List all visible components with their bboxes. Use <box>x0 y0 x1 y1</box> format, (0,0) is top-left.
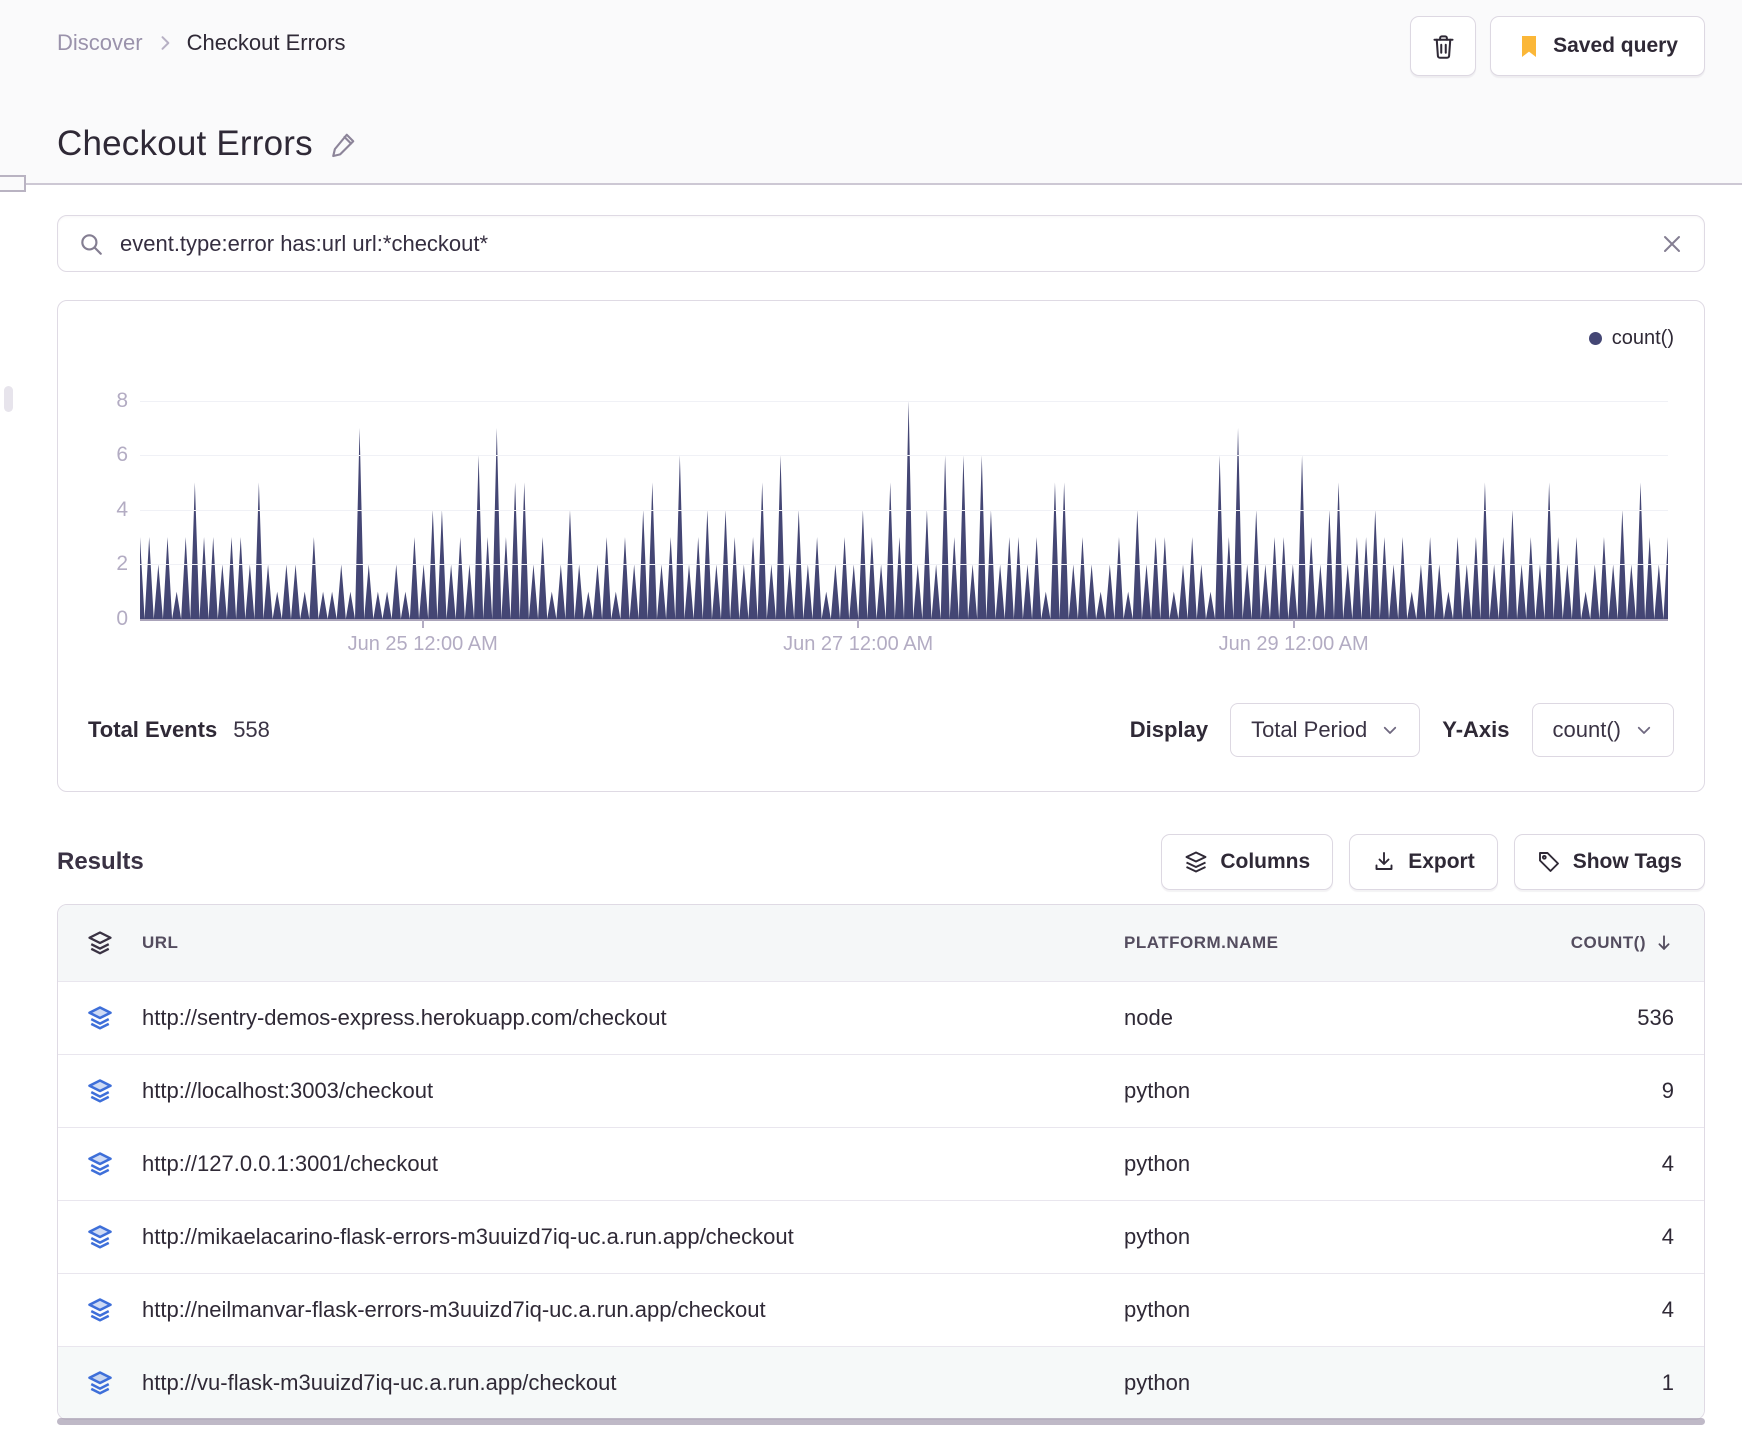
platform-cell[interactable]: python <box>1124 1370 1454 1396</box>
chevron-right-icon <box>155 33 175 53</box>
show-tags-button[interactable]: Show Tags <box>1513 834 1705 890</box>
show-tags-label: Show Tags <box>1572 850 1682 873</box>
platform-cell[interactable]: python <box>1124 1078 1454 1104</box>
chevron-down-icon <box>1635 721 1653 739</box>
delete-query-button[interactable] <box>1410 16 1477 76</box>
columns-button[interactable]: Columns <box>1161 834 1334 890</box>
saved-query-label: Saved query <box>1553 34 1678 57</box>
edit-title-icon[interactable] <box>329 129 359 159</box>
download-icon <box>1372 850 1396 874</box>
table-row: http://mikaelacarino-flask-errors-m3uuiz… <box>58 1200 1704 1273</box>
stack-icon[interactable] <box>58 929 142 957</box>
search-bar[interactable] <box>57 215 1705 272</box>
url-cell[interactable]: http://vu-flask-m3uuizd7iq-uc.a.run.app/… <box>142 1370 1124 1396</box>
count-series-area <box>140 400 1668 619</box>
count-cell[interactable]: 9 <box>1454 1078 1704 1104</box>
results-table: URL PLATFORM.NAME COUNT() http://sentry-… <box>57 904 1705 1420</box>
breadcrumb-discover-link[interactable]: Discover <box>57 30 143 56</box>
url-cell[interactable]: http://127.0.0.1:3001/checkout <box>142 1151 1124 1177</box>
stack-icon[interactable] <box>58 1223 142 1251</box>
results-heading: Results <box>57 848 144 875</box>
stack-icon[interactable] <box>58 1077 142 1105</box>
x-axis-tick-label: Jun 27 12:00 AM <box>783 633 934 655</box>
display-value: Total Period <box>1251 717 1368 742</box>
layers-icon <box>1184 850 1208 874</box>
saved-query-button[interactable]: Saved query <box>1490 16 1705 76</box>
table-row: http://vu-flask-m3uuizd7iq-uc.a.run.app/… <box>58 1346 1704 1419</box>
export-button[interactable]: Export <box>1349 834 1498 890</box>
gridline <box>140 509 1668 511</box>
x-axis-tick-label: Jun 25 12:00 AM <box>347 633 498 655</box>
yaxis-select[interactable]: count() <box>1531 703 1674 757</box>
breadcrumb-current: Checkout Errors <box>186 30 346 55</box>
x-axis-tick <box>1292 619 1295 628</box>
total-events-label: Total Events <box>88 717 218 742</box>
trash-icon <box>1430 33 1457 60</box>
stack-icon[interactable] <box>58 1004 142 1032</box>
column-header-url[interactable]: URL <box>142 933 1124 953</box>
url-cell[interactable]: http://sentry-demos-express.herokuapp.co… <box>142 1005 1124 1031</box>
table-header-row: URL PLATFORM.NAME COUNT() <box>58 905 1704 981</box>
chart-plot-area[interactable]: 8 6 4 2 0 Jun 25 12:00 AM Jun 27 12:00 AM Jun 2… <box>116 365 1668 655</box>
count-cell[interactable]: 4 <box>1454 1297 1704 1323</box>
display-select[interactable]: Total Period <box>1230 703 1421 757</box>
search-icon <box>78 231 104 257</box>
x-axis-tick <box>857 619 860 628</box>
stack-icon[interactable] <box>58 1369 142 1397</box>
column-header-count[interactable]: COUNT() <box>1454 933 1704 953</box>
columns-label: Columns <box>1220 850 1311 873</box>
header-divider <box>0 183 1742 185</box>
page-header: Discover Checkout Errors Saved query Che… <box>0 0 1742 192</box>
page-title: Checkout Errors <box>57 124 313 163</box>
url-cell[interactable]: http://localhost:3003/checkout <box>142 1078 1124 1104</box>
close-icon[interactable] <box>1660 232 1684 256</box>
bookmark-icon <box>1517 34 1541 58</box>
column-header-platform[interactable]: PLATFORM.NAME <box>1124 933 1454 953</box>
sidebar-drag-handle[interactable] <box>4 386 13 412</box>
y-axis-tick-label: 4 <box>116 497 128 521</box>
url-cell[interactable]: http://neilmanvar-flask-errors-m3uuizd7i… <box>142 1297 1124 1323</box>
stack-icon[interactable] <box>58 1296 142 1324</box>
url-cell[interactable]: http://mikaelacarino-flask-errors-m3uuiz… <box>142 1224 1124 1250</box>
stack-icon[interactable] <box>58 1150 142 1178</box>
breadcrumb: Discover Checkout Errors <box>57 16 346 56</box>
platform-cell[interactable]: python <box>1124 1297 1454 1323</box>
count-cell[interactable]: 1 <box>1454 1370 1704 1396</box>
chart-legend[interactable]: count() <box>88 323 1674 353</box>
table-row: http://127.0.0.1:3001/checkout python 4 <box>58 1127 1704 1200</box>
gridline <box>140 455 1668 457</box>
total-events-value: 558 <box>233 717 270 742</box>
yaxis-value: count() <box>1552 717 1621 742</box>
count-cell[interactable]: 536 <box>1454 1005 1704 1031</box>
tag-icon <box>1537 850 1561 874</box>
count-cell[interactable]: 4 <box>1454 1151 1704 1177</box>
platform-cell[interactable]: python <box>1124 1151 1454 1177</box>
table-row: http://neilmanvar-flask-errors-m3uuizd7i… <box>58 1273 1704 1346</box>
x-axis-tick-label: Jun 29 12:00 AM <box>1218 633 1369 655</box>
y-axis-tick-label: 0 <box>116 607 128 630</box>
export-label: Export <box>1408 850 1475 873</box>
events-chart-panel: count() 8 6 4 2 0 Jun 25 12:00 AM Jun 27 12:00… <box>57 300 1705 792</box>
yaxis-label: Y-Axis <box>1442 717 1510 742</box>
table-row: http://localhost:3003/checkout python 9 <box>58 1054 1704 1127</box>
x-axis-tick <box>421 619 424 628</box>
display-label: Display <box>1129 717 1209 742</box>
panel-collapse-handle[interactable] <box>0 175 26 192</box>
legend-dot-icon <box>1588 331 1602 345</box>
legend-label: count() <box>1611 326 1674 349</box>
chevron-down-icon <box>1381 721 1399 739</box>
y-axis-tick-label: 6 <box>116 443 128 467</box>
y-axis-tick-label: 2 <box>116 552 128 576</box>
gridline <box>140 564 1668 566</box>
sort-desc-icon <box>1654 933 1674 953</box>
y-axis-tick-label: 8 <box>116 388 128 412</box>
platform-cell[interactable]: node <box>1124 1005 1454 1031</box>
gridline <box>140 400 1668 402</box>
table-row: http://sentry-demos-express.herokuapp.co… <box>58 981 1704 1054</box>
platform-cell[interactable]: python <box>1124 1224 1454 1250</box>
horizontal-scrollbar[interactable] <box>57 1418 1705 1425</box>
search-input[interactable] <box>120 230 1644 257</box>
count-cell[interactable]: 4 <box>1454 1224 1704 1250</box>
